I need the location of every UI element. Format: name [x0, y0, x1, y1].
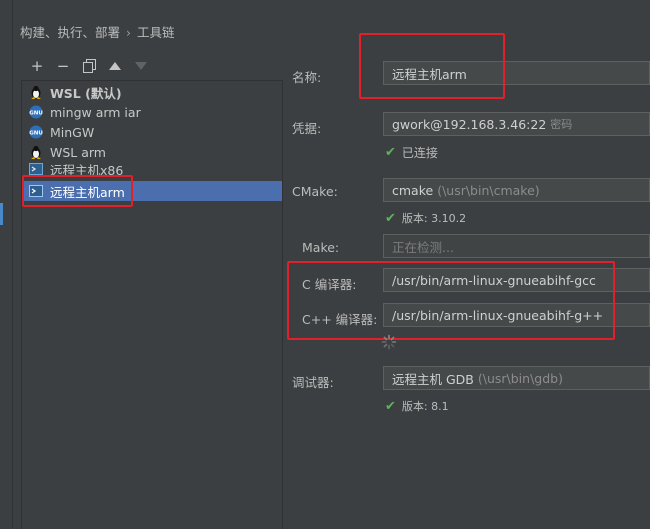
debugger-label: 调试器: [292, 375, 334, 390]
copy-button[interactable] [76, 56, 102, 76]
list-item-label: mingw arm iar [50, 104, 141, 120]
list-item[interactable]: 远程主机x86 [22, 162, 282, 176]
gnu-icon: GNU [29, 105, 43, 119]
list-item[interactable]: GNU MinGW [22, 122, 282, 142]
list-item[interactable]: GNU mingw arm iar [22, 102, 282, 122]
selected-marker [0, 203, 3, 225]
credentials-dropdown[interactable]: gwork@192.168.3.46:22 密码 [383, 112, 650, 136]
triangle-down-icon [135, 62, 147, 70]
check-icon: ✔ [385, 398, 396, 414]
cmake-label: CMake: [292, 184, 338, 199]
cmake-value: cmake [392, 182, 434, 198]
cmake-version: 版本: 3.10.2 [401, 212, 467, 225]
move-up-button[interactable] [102, 56, 128, 76]
connection-status: ✔ 已连接 [385, 144, 438, 161]
breadcrumb-parent[interactable]: 构建、执行、部署 [20, 25, 120, 40]
credentials-suffix: 密码 [550, 118, 573, 131]
list-item[interactable]: WSL arm [22, 142, 282, 162]
cmake-path: (\usr\bin\cmake) [437, 182, 540, 198]
debugger-dropdown[interactable]: 远程主机 GDB (\usr\bin\gdb) [383, 366, 650, 390]
highlight-compilers [287, 261, 615, 340]
credentials-value: gwork@192.168.3.46:22 [392, 116, 547, 132]
make-field[interactable]: 正在检测... [383, 234, 650, 258]
cmake-dropdown[interactable]: cmake (\usr\bin\cmake) [383, 178, 650, 202]
cmake-version-status: ✔ 版本: 3.10.2 [385, 210, 466, 226]
check-icon: ✔ [385, 145, 396, 160]
left-settings-strip [0, 0, 13, 528]
check-icon: ✔ [385, 210, 396, 226]
breadcrumb: 构建、执行、部署 › 工具链 [20, 22, 175, 41]
list-item-label: WSL arm [50, 144, 106, 160]
list-item-label: WSL (默认) [50, 85, 122, 101]
list-item[interactable]: WSL (默认) [22, 82, 282, 102]
linux-icon [29, 145, 43, 159]
debugger-version-status: ✔ 版本: 8.1 [385, 398, 449, 414]
breadcrumb-current: 工具链 [137, 25, 175, 40]
list-item-label: MinGW [50, 124, 95, 140]
debugger-path: (\usr\bin\gdb) [477, 370, 563, 386]
triangle-up-icon [109, 62, 121, 70]
highlight-selected-item [22, 175, 133, 207]
copy-icon [82, 59, 96, 73]
make-label: Make: [302, 240, 340, 255]
linux-icon [29, 85, 43, 99]
remote-host-icon [29, 162, 43, 176]
svg-text:GNU: GNU [29, 131, 43, 137]
minus-icon: − [56, 57, 70, 75]
highlight-name-field [359, 33, 505, 99]
plus-icon: + [30, 57, 44, 75]
make-placeholder: 正在检测... [392, 239, 454, 255]
add-button[interactable]: + [24, 56, 50, 76]
remove-button[interactable]: − [50, 56, 76, 76]
toolchain-toolbar: + − [24, 56, 154, 76]
svg-text:GNU: GNU [29, 111, 43, 117]
debugger-value: 远程主机 GDB [392, 371, 474, 387]
connection-status-text: 已连接 [401, 146, 438, 160]
name-label: 名称: [292, 70, 322, 85]
credentials-label: 凭据: [292, 121, 322, 136]
toolchain-list: WSL (默认) GNU mingw arm iar GNU MinGW WSL… [21, 80, 283, 529]
move-down-button[interactable] [128, 56, 154, 76]
gnu-icon: GNU [29, 125, 43, 139]
list-item-label: 远程主机x86 [50, 162, 124, 177]
debugger-version: 版本: 8.1 [401, 400, 449, 413]
loading-spinner-icon [381, 334, 397, 353]
breadcrumb-separator: › [126, 25, 132, 40]
